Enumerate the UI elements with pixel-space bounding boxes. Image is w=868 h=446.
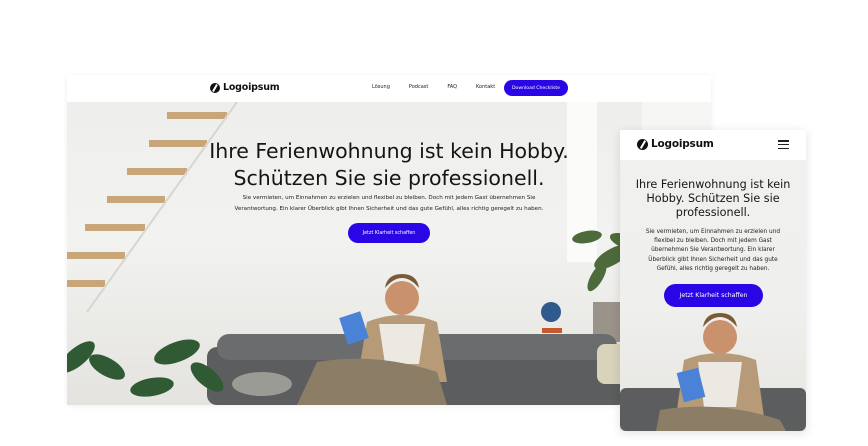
hero-title-line-3: professionell. <box>675 206 751 219</box>
hero-subtitle-line-1: Sie vermieten, um Einnahmen zu erzielen … <box>645 229 781 235</box>
hero-title-line-1: Ihre Ferienwohnung ist kein <box>635 178 791 191</box>
download-checklist-button[interactable]: Download Checkliste <box>504 80 568 96</box>
logo-text: Logoipsum <box>223 82 280 93</box>
hero-title-line-2: Hobby. Schützen Sie sie <box>646 192 780 205</box>
desktop-hero-subtitle: Sie vermieten, um Einnahmen zu erzielen … <box>217 193 561 215</box>
desktop-hero-title: Ihre Ferienwohnung ist kein Hobby. Schüt… <box>67 138 711 192</box>
hero-title-line-2: Schützen Sie sie professionell. <box>233 166 545 190</box>
hero-subtitle-line-5: Gefühl, alles richtig geregelt zu haben. <box>656 265 770 272</box>
hero-subtitle-line-2: Verantwortung. Ein klarer Überblick gibt… <box>234 206 544 212</box>
mobile-mockup: Logoipsum Ihre Ferienwohnung ist kein Ho… <box>620 130 806 431</box>
hero-subtitle-line-1: Sie vermieten, um Einnahmen zu erzielen … <box>242 195 536 201</box>
hero-subtitle-line-2: flexibel zu bleiben. Doch mit jedem Gast <box>654 238 772 245</box>
mobile-navbar: Logoipsum <box>620 130 806 160</box>
desktop-logo[interactable]: Logoipsum <box>210 82 280 93</box>
logo-text: Logoipsum <box>651 138 714 150</box>
mobile-hero: Ihre Ferienwohnung ist kein Hobby. Schüt… <box>620 160 806 431</box>
desktop-mockup: Logoipsum Lösung Podcast FAQ Kontakt Dow… <box>67 75 711 405</box>
desktop-navbar: Logoipsum Lösung Podcast FAQ Kontakt Dow… <box>67 75 711 102</box>
desktop-hero-cta-button[interactable]: Jetzt Klarheit schaffen <box>348 223 430 243</box>
desktop-hero: Ihre Ferienwohnung ist kein Hobby. Schüt… <box>67 102 711 405</box>
nav-link-kontakt[interactable]: Kontakt <box>476 84 495 90</box>
mobile-logo[interactable]: Logoipsum <box>637 138 714 150</box>
hero-subtitle-line-4: Überblick gibt Ihnen Sicherheit und das … <box>648 256 778 263</box>
hero-title-line-1: Ihre Ferienwohnung ist kein Hobby. <box>209 139 569 163</box>
nav-link-faq[interactable]: FAQ <box>447 84 457 90</box>
nav-link-loesung[interactable]: Lösung <box>372 84 390 90</box>
nav-link-podcast[interactable]: Podcast <box>409 84 428 90</box>
desktop-nav-links: Lösung Podcast FAQ Kontakt <box>372 84 514 90</box>
logo-mark-icon <box>210 82 220 93</box>
mobile-hero-cta-button[interactable]: Jetzt Klarheit schaffen <box>664 284 763 307</box>
logo-mark-icon <box>637 138 648 150</box>
hero-subtitle-line-3: übernehmen Sie Verantwortung. Ein klarer <box>651 247 775 254</box>
hamburger-icon[interactable] <box>778 140 789 150</box>
mobile-hero-title: Ihre Ferienwohnung ist kein Hobby. Schüt… <box>628 178 798 220</box>
mobile-hero-subtitle: Sie vermieten, um Einnahmen zu erzielen … <box>640 228 786 274</box>
